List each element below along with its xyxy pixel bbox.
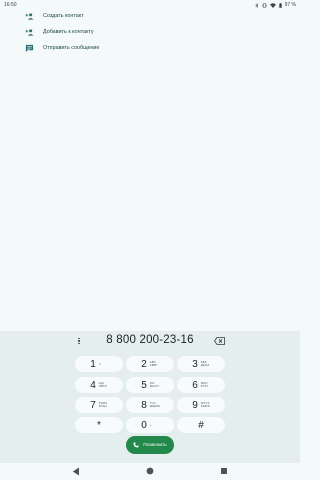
send-message-item[interactable]: Отправить сообщение <box>0 40 300 56</box>
key-2[interactable]: 2 ABC АБВГ <box>126 356 174 372</box>
key-letters: ABC АБВГ <box>149 360 158 367</box>
back-icon[interactable] <box>72 467 80 476</box>
key-digit: # <box>198 419 204 431</box>
recents-icon[interactable] <box>221 468 227 474</box>
more-options-icon[interactable] <box>76 336 82 346</box>
key-digit: 7 <box>90 399 96 411</box>
key-digit: 9 <box>192 399 198 411</box>
key-1[interactable]: 1 ∞ <box>75 356 123 372</box>
key-letters: MNO РСТУ <box>200 381 209 388</box>
key-letters: ∞ <box>98 361 101 366</box>
key-0[interactable]: 0 + <box>126 417 174 433</box>
key-digit: 0 <box>141 419 147 431</box>
call-button[interactable]: Позвонить <box>126 436 174 454</box>
key-hash[interactable]: # <box>177 417 225 433</box>
key-letters: WXYZ ЬЭЮЯ <box>200 401 210 408</box>
send-message-label: Отправить сообщение <box>43 45 100 51</box>
key-letters: DEF ДЕЖЗ <box>200 360 210 367</box>
call-label: Позвонить <box>143 442 167 448</box>
vibrate-icon <box>261 2 267 8</box>
key-letters: GHI ИЙКЛ <box>98 381 107 388</box>
key-digit: 3 <box>192 358 198 370</box>
create-contact-label: Создать контакт <box>43 13 84 19</box>
key-digit: 2 <box>141 358 147 370</box>
key-digit: 1 <box>90 358 96 370</box>
key-8[interactable]: 8 TUV ШЩЪЫ <box>126 397 174 413</box>
key-letters: PQRS ФХЦЧ <box>98 401 108 408</box>
key-digit: 6 <box>192 379 198 391</box>
key-digit: 8 <box>141 399 147 411</box>
add-person-icon <box>25 28 34 37</box>
create-contact-item[interactable]: Создать контакт <box>0 8 300 24</box>
key-4[interactable]: 4 GHI ИЙКЛ <box>75 377 123 393</box>
key-9[interactable]: 9 WXYZ ЬЭЮЯ <box>177 397 225 413</box>
wifi-icon <box>269 2 276 8</box>
dialpad-panel: 8 800 200-23-16 1 ∞ 2 ABC АБВГ 3 DEF ДЕЖЗ … <box>0 331 300 463</box>
key-digit: * <box>97 419 101 431</box>
message-icon <box>25 44 34 53</box>
key-star[interactable]: * <box>75 417 123 433</box>
key-letters: TUV ШЩЪЫ <box>149 401 161 408</box>
backspace-icon[interactable] <box>214 337 225 345</box>
key-7[interactable]: 7 PQRS ФХЦЧ <box>75 397 123 413</box>
bluetooth-icon <box>254 2 259 8</box>
number-row: 8 800 200-23-16 <box>0 331 300 351</box>
home-icon[interactable] <box>146 467 154 475</box>
add-to-contact-label: Добавить к контакту <box>43 29 94 35</box>
key-6[interactable]: 6 MNO РСТУ <box>177 377 225 393</box>
phone-icon <box>133 442 139 448</box>
suggestion-menu: Создать контакт Добавить к контакту Отпр… <box>0 8 300 56</box>
navigation-bar <box>0 463 300 480</box>
key-letters: + <box>149 422 152 427</box>
key-letters: JKL МНОП <box>149 381 159 388</box>
dialed-number[interactable]: 8 800 200-23-16 <box>90 334 210 346</box>
add-person-icon <box>25 12 34 21</box>
battery-icon <box>278 2 282 8</box>
key-3[interactable]: 3 DEF ДЕЖЗ <box>177 356 225 372</box>
add-to-contact-item[interactable]: Добавить к контакту <box>0 24 300 40</box>
key-5[interactable]: 5 JKL МНОП <box>126 377 174 393</box>
key-digit: 5 <box>141 379 147 391</box>
key-digit: 4 <box>90 379 96 391</box>
